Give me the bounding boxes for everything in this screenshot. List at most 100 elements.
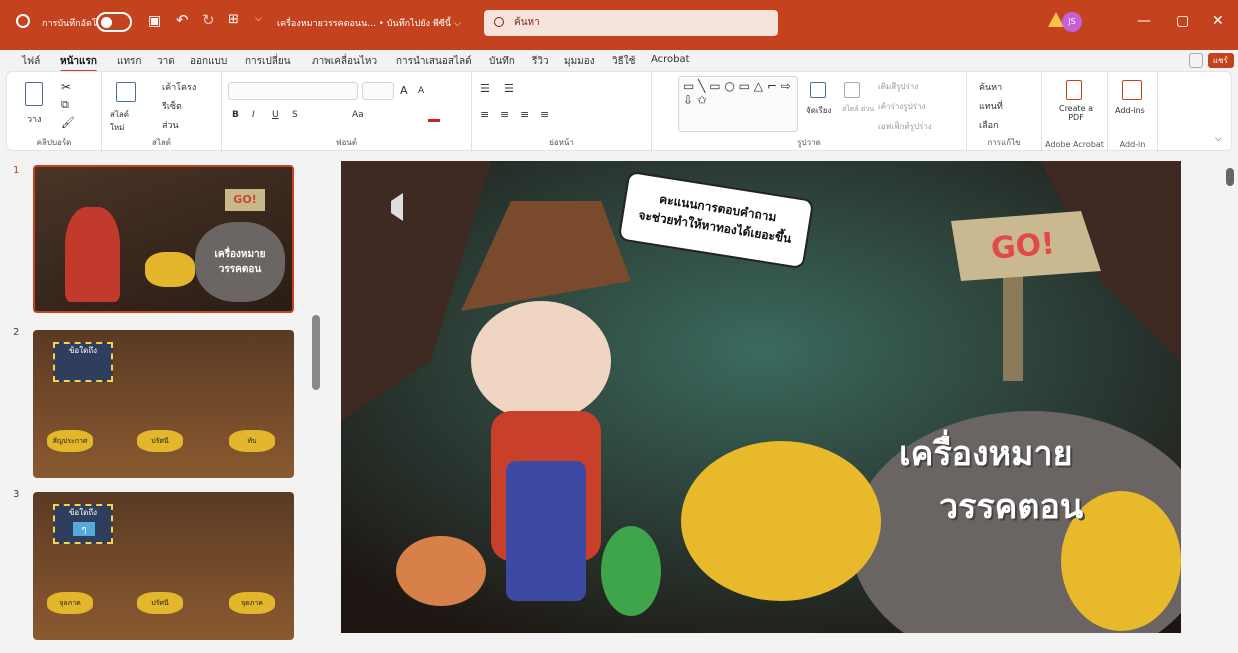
- tab-animations[interactable]: ภาพเคลื่อนไหว: [312, 54, 377, 69]
- tab-transitions[interactable]: การเปลี่ยน: [245, 54, 291, 69]
- share-label: แชร์: [1213, 56, 1228, 65]
- italic-button[interactable]: I: [252, 110, 255, 120]
- thumb2-option-2: ปรัศนี: [137, 430, 183, 452]
- search-placeholder: ค้นหา: [514, 17, 540, 28]
- search-box[interactable]: ค้นหา: [484, 10, 778, 36]
- align-center-icon[interactable]: ≡: [500, 108, 509, 121]
- group-label-editing: การแก้ไข: [987, 138, 1021, 147]
- quick-styles-icon[interactable]: [844, 82, 860, 98]
- tab-acrobat[interactable]: Acrobat: [651, 54, 690, 65]
- arrange-icon[interactable]: [810, 82, 826, 98]
- present-icon[interactable]: ⊞: [228, 12, 239, 27]
- layout-button[interactable]: เค้าโครง: [162, 80, 196, 94]
- numbering-icon[interactable]: ☰: [504, 82, 514, 95]
- slide-number-3: 3: [13, 489, 20, 500]
- grow-font-button[interactable]: A: [400, 84, 408, 97]
- font-family-dropdown[interactable]: [228, 82, 358, 100]
- avatar[interactable]: JS: [1062, 12, 1082, 32]
- reset-button[interactable]: รีเซ็ต: [162, 99, 182, 113]
- font-color-button[interactable]: [428, 108, 440, 122]
- new-slide-label[interactable]: สไลด์ ใหม่: [110, 108, 144, 134]
- autosave-toggle[interactable]: [96, 12, 132, 32]
- tab-review[interactable]: รีวิว: [532, 54, 549, 69]
- tab-view[interactable]: มุมมอง: [564, 54, 595, 69]
- create-pdf-button[interactable]: Create a PDF: [1054, 104, 1098, 122]
- comments-icon[interactable]: [1189, 53, 1203, 68]
- align-right-icon[interactable]: ≡: [520, 108, 529, 121]
- group-addins: Add-ins Add-in: [1108, 72, 1158, 152]
- slide-title-line-2: วรรคตอน: [939, 487, 1084, 527]
- thumb3-symbol: ๆ: [73, 522, 95, 536]
- thumb2-question-box: ข้อใดถึง: [53, 342, 113, 382]
- undo-icon[interactable]: ↶: [176, 11, 189, 29]
- slide-number-1: 1: [13, 165, 20, 176]
- group-drawing: ▭ ╲ ▭ ○ ▭ △ ⌐ ⇨ ⇩ ✩ จัดเรียง สไตล์ ด่วน …: [652, 72, 967, 152]
- save-icon[interactable]: ▣: [148, 13, 161, 29]
- document-title[interactable]: เครื่องหมายวรรคตอนน... • บันทึกไปยัง พีซ…: [277, 16, 461, 30]
- app-logo-icon[interactable]: [16, 14, 30, 28]
- justify-icon[interactable]: ≡: [540, 108, 549, 121]
- minimize-icon[interactable]: —: [1137, 13, 1151, 29]
- bold-button[interactable]: B: [232, 110, 239, 120]
- shapes-gallery[interactable]: ▭ ╲ ▭ ○ ▭ △ ⌐ ⇨ ⇩ ✩: [678, 76, 798, 132]
- find-button[interactable]: ค้นหา: [979, 80, 1002, 94]
- format-painter-icon[interactable]: 🖌: [61, 116, 75, 129]
- quick-styles-button[interactable]: สไตล์ ด่วน: [842, 104, 874, 115]
- thumb3-option-3: จุดภาค: [229, 592, 275, 614]
- new-slide-icon[interactable]: [116, 82, 136, 102]
- redo-icon[interactable]: ↻: [202, 11, 215, 29]
- paste-label[interactable]: วาง: [27, 112, 42, 126]
- share-button[interactable]: แชร์: [1208, 53, 1234, 68]
- customize-qat-icon[interactable]: ⌵: [255, 14, 262, 24]
- search-icon: [494, 17, 504, 27]
- group-label-slides: สไลด์: [151, 138, 171, 147]
- slide-thumbnail-1[interactable]: GO! เครื่องหมาย วรรคตอน: [33, 165, 294, 313]
- slide-canvas[interactable]: คะแนนการตอบคำถาม จะช่วยทำให้หาทองได้เยอะข…: [341, 161, 1181, 633]
- speaker-icon[interactable]: [389, 191, 417, 221]
- tab-slideshow[interactable]: การนำเสนอสไลด์: [396, 54, 472, 69]
- shape-effects-button[interactable]: เอฟเฟ็กต์รูปร่าง: [878, 120, 932, 133]
- tab-insert[interactable]: แทรก: [117, 54, 141, 69]
- change-case-button[interactable]: Aa: [352, 110, 364, 120]
- addins-button[interactable]: Add-ins: [1115, 106, 1145, 115]
- thumbnail-scrollbar[interactable]: [312, 315, 320, 390]
- tab-help[interactable]: วิธีใช้: [612, 54, 635, 69]
- group-paragraph: ☰ ☰ ≡ ≡ ≡ ≡ ย่อหน้า: [472, 72, 652, 152]
- select-button[interactable]: เลือก: [979, 118, 998, 132]
- underline-button[interactable]: U: [272, 110, 279, 120]
- tab-draw[interactable]: วาด: [157, 54, 175, 69]
- shape-fill-button[interactable]: เติมสีรูปร่าง: [878, 80, 918, 93]
- menu-bar: ไฟล์ หน้าแรก แทรก วาด ออกแบบ การเปลี่ยน …: [0, 50, 1238, 73]
- shadow-button[interactable]: S: [292, 110, 298, 120]
- group-label-clipboard: คลิปบอร์ด: [36, 138, 72, 147]
- group-acrobat: Create a PDF Adobe Acrobat: [1042, 72, 1108, 152]
- tab-file[interactable]: ไฟล์: [22, 54, 40, 69]
- replace-button[interactable]: แทนที่: [979, 99, 1003, 113]
- shape-outline-button[interactable]: เค้าร่างรูปร่าง: [878, 100, 925, 113]
- font-size-dropdown[interactable]: [362, 82, 394, 100]
- paste-icon[interactable]: [25, 82, 43, 106]
- align-left-icon[interactable]: ≡: [480, 108, 489, 121]
- copy-icon[interactable]: ⧉: [61, 98, 69, 112]
- arrange-button[interactable]: จัดเรียง: [806, 104, 832, 117]
- group-font: A A B I U S Aa ฟอนต์: [222, 72, 472, 152]
- group-clipboard: วาง ✂ ⧉ 🖌 คลิปบอร์ด: [7, 72, 102, 152]
- cut-icon[interactable]: ✂: [61, 80, 71, 94]
- bullets-icon[interactable]: ☰: [480, 82, 490, 95]
- tab-record[interactable]: บันทึก: [489, 54, 515, 69]
- thumb1-gold: [145, 252, 195, 287]
- slide-thumbnail-2[interactable]: ข้อใดถึง สัญประกาศ ปรัศนี ทับ: [33, 330, 294, 478]
- close-icon[interactable]: ✕: [1212, 13, 1224, 29]
- create-pdf-icon[interactable]: [1066, 80, 1082, 100]
- section-button[interactable]: ส่วน: [162, 118, 179, 132]
- slide-thumbnail-3[interactable]: ข้อใดถึง ๆ จุลภาค ปรัศนี จุดภาค: [33, 492, 294, 640]
- restore-icon[interactable]: ▢: [1176, 13, 1189, 29]
- ribbon: วาง ✂ ⧉ 🖌 คลิปบอร์ด สไลด์ ใหม่ เค้าโครง …: [6, 71, 1232, 152]
- slide-title-line-1: เครื่องหมาย: [899, 434, 1073, 474]
- slide-scrollbar[interactable]: [1226, 168, 1234, 186]
- shrink-font-button[interactable]: A: [418, 86, 424, 96]
- collapse-ribbon-icon[interactable]: ⌵: [1215, 134, 1222, 144]
- tab-home[interactable]: หน้าแรก: [60, 54, 97, 73]
- addins-icon[interactable]: [1122, 80, 1142, 100]
- tab-design[interactable]: ออกแบบ: [190, 54, 227, 69]
